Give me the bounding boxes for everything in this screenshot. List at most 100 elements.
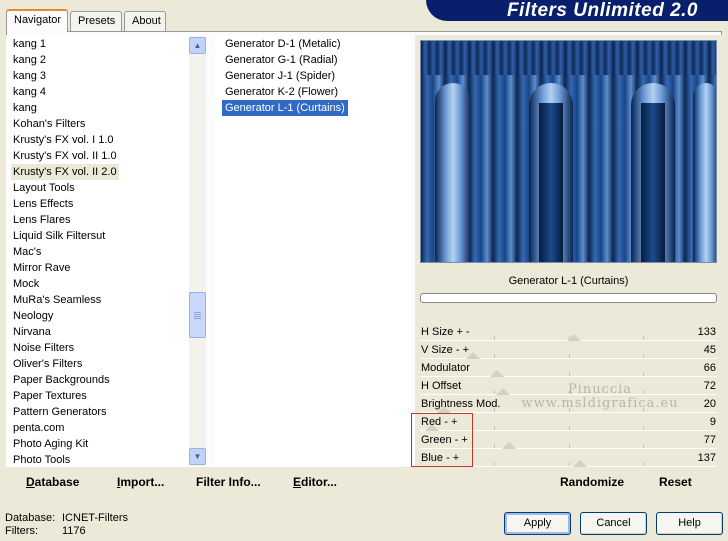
category-item[interactable]: Paper Backgrounds bbox=[11, 372, 112, 388]
filter-item[interactable]: Generator L-1 (Curtains) bbox=[222, 100, 348, 116]
category-item[interactable]: Liquid Silk Filtersut bbox=[11, 228, 107, 244]
category-item[interactable]: Photo Tools bbox=[11, 452, 72, 467]
category-list[interactable]: kang 1 kang 2 kang 3 kang 4 kang Kohan's Filt… bbox=[6, 35, 207, 467]
category-item[interactable]: kang 3 bbox=[11, 68, 48, 84]
param-slider-thumb[interactable] bbox=[502, 442, 517, 449]
filter-item[interactable]: Generator D-1 (Metalic) bbox=[222, 36, 344, 52]
apply-button[interactable]: Apply bbox=[504, 512, 571, 535]
param-tick bbox=[642, 336, 644, 340]
app-title: Filters Unlimited 2.0 bbox=[506, 0, 698, 21]
category-item[interactable]: MuRa's Seamless bbox=[11, 292, 103, 308]
category-item[interactable]: kang bbox=[11, 100, 39, 116]
category-item[interactable]: kang 4 bbox=[11, 84, 48, 100]
editor-accel: E bbox=[293, 475, 302, 489]
filter-item[interactable]: Generator G-1 (Radial) bbox=[222, 52, 341, 68]
category-item[interactable]: Paper Textures bbox=[11, 388, 89, 404]
watermark-line: Pinuccia bbox=[567, 382, 633, 397]
param-value: 9 bbox=[709, 416, 716, 428]
scroll-up-button[interactable]: ▲ bbox=[189, 37, 206, 54]
param-tick bbox=[642, 462, 644, 466]
grip-line bbox=[194, 316, 201, 317]
category-item[interactable]: Oliver's Filters bbox=[11, 356, 84, 372]
category-item[interactable]: Pattern Generators bbox=[11, 404, 109, 420]
database-accel: D bbox=[26, 475, 35, 489]
category-item[interactable]: Nirvana bbox=[11, 324, 53, 340]
param-label: H Offset bbox=[421, 380, 462, 392]
category-item[interactable]: Lens Flares bbox=[11, 212, 72, 228]
scroll-down-button[interactable]: ▼ bbox=[189, 448, 206, 465]
editor-label: ditor... bbox=[301, 475, 338, 489]
category-item[interactable]: Mock bbox=[11, 276, 41, 292]
curtain-arch bbox=[693, 83, 716, 262]
preview-image bbox=[420, 40, 717, 263]
database-button[interactable]: Database bbox=[26, 474, 79, 490]
grip-line bbox=[194, 312, 201, 313]
curtain-arch bbox=[435, 83, 471, 262]
param-label: Brightness Mod. bbox=[421, 398, 501, 410]
grip-line bbox=[194, 318, 201, 319]
tab-navigator[interactable]: Navigator bbox=[6, 9, 68, 32]
category-item[interactable]: kang 1 bbox=[11, 36, 48, 52]
param-tick bbox=[568, 426, 570, 430]
database-info: Database: ICNET-Filters bbox=[5, 512, 128, 525]
param-tick bbox=[568, 354, 570, 358]
param-slider-thumb[interactable] bbox=[573, 460, 588, 467]
param-tick bbox=[642, 444, 644, 448]
category-item[interactable]: Lens Effects bbox=[11, 196, 75, 212]
filters-count-label: Filters: bbox=[5, 525, 38, 537]
tab-about[interactable]: About bbox=[124, 11, 166, 31]
category-item[interactable]: penta.com bbox=[11, 420, 66, 436]
param-value: 45 bbox=[703, 344, 716, 356]
curtain-inner bbox=[641, 103, 665, 262]
param-value: 20 bbox=[703, 398, 716, 410]
category-item[interactable]: Mac's bbox=[11, 244, 43, 260]
preview-band bbox=[421, 41, 716, 75]
help-button[interactable]: Help bbox=[656, 512, 723, 535]
database-info-label: Database: bbox=[5, 512, 56, 524]
selected-filter-name: Generator L-1 (Curtains) bbox=[508, 275, 629, 287]
scroll-thumb[interactable] bbox=[189, 292, 206, 338]
filter-item[interactable]: Generator K-2 (Flower) bbox=[222, 84, 341, 100]
param-tick bbox=[642, 372, 644, 376]
category-item[interactable]: Layout Tools bbox=[11, 180, 77, 196]
param-tick bbox=[568, 462, 570, 466]
category-item[interactable]: Neology bbox=[11, 308, 55, 324]
watermark: Pinuccia www.msldigrafica.eu bbox=[500, 383, 700, 411]
category-item[interactable]: Krusty's FX vol. II 1.0 bbox=[11, 148, 119, 164]
import-button[interactable]: Import... bbox=[117, 474, 164, 490]
category-item[interactable]: Photo Aging Kit bbox=[11, 436, 90, 452]
param-slider-thumb[interactable] bbox=[567, 334, 582, 341]
param-label: Modulator bbox=[421, 362, 470, 374]
filter-item[interactable]: Generator J-1 (Spider) bbox=[222, 68, 338, 84]
param-value: 66 bbox=[703, 362, 716, 374]
param-label: H Size + - bbox=[421, 326, 470, 338]
reset-button[interactable]: Reset bbox=[659, 474, 692, 490]
param-value: 72 bbox=[703, 380, 716, 392]
tab-presets[interactable]: Presets bbox=[70, 11, 122, 31]
param-value: 137 bbox=[697, 452, 716, 464]
param-slider-thumb[interactable] bbox=[490, 370, 505, 377]
curtain-inner bbox=[539, 103, 563, 262]
category-item[interactable]: Mirror Rave bbox=[11, 260, 72, 276]
category-item[interactable]: Noise Filters bbox=[11, 340, 76, 356]
param-row[interactable]: V Size - + 45 bbox=[420, 341, 717, 359]
grip-line bbox=[194, 314, 201, 315]
editor-button[interactable]: Editor... bbox=[293, 474, 337, 490]
category-item[interactable]: Krusty's FX vol. II 2.0 bbox=[11, 164, 119, 180]
param-tick bbox=[642, 354, 644, 358]
param-tick bbox=[494, 426, 496, 430]
category-scrollbar[interactable]: ▲ ▼ bbox=[189, 36, 206, 466]
filter-list[interactable]: Generator D-1 (Metalic) Generator G-1 (Ra… bbox=[215, 35, 410, 467]
category-item[interactable]: Krusty's FX vol. I 1.0 bbox=[11, 132, 116, 148]
param-tick bbox=[568, 444, 570, 448]
database-label: atabase bbox=[34, 475, 80, 489]
category-item[interactable]: Kohan's Filters bbox=[11, 116, 87, 132]
filter-info-button[interactable]: Filter Info... bbox=[196, 474, 261, 490]
randomize-button[interactable]: Randomize bbox=[560, 474, 624, 490]
param-value: 77 bbox=[703, 434, 716, 446]
cancel-button[interactable]: Cancel bbox=[580, 512, 647, 535]
param-row[interactable]: H Size + - 133 bbox=[420, 323, 717, 341]
filter-info-label: Filter Info... bbox=[196, 475, 261, 489]
param-row[interactable]: Modulator 66 bbox=[420, 359, 717, 377]
category-item[interactable]: kang 2 bbox=[11, 52, 48, 68]
